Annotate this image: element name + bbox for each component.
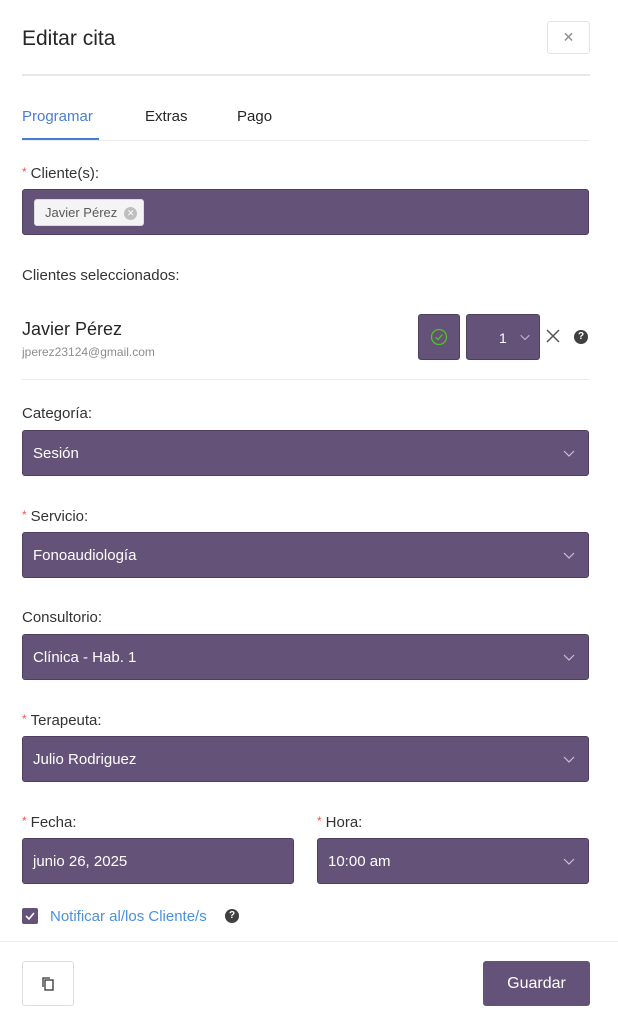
- notify-label[interactable]: Notificar al/los Cliente/s: [50, 908, 207, 925]
- tab-programar[interactable]: Programar: [22, 108, 93, 125]
- time-value: 10:00 am: [328, 853, 391, 870]
- time-label: * Hora:: [317, 814, 363, 831]
- chevron-down-icon: [563, 654, 575, 661]
- date-picker[interactable]: junio 26, 2025: [22, 838, 294, 884]
- service-select[interactable]: Fonoaudiología: [22, 532, 589, 578]
- chevron-down-icon: [563, 756, 575, 763]
- notify-checkbox[interactable]: [22, 908, 38, 924]
- copy-icon: [42, 976, 54, 991]
- quantity-value: 1: [499, 330, 507, 346]
- check-circle-icon: [430, 328, 448, 346]
- selected-client-row: Javier Pérez jperez23124@gmail.com 1 ?: [22, 310, 590, 380]
- tag-remove-icon[interactable]: ✕: [124, 207, 138, 220]
- service-value: Fonoaudiología: [33, 547, 137, 564]
- modal-header: Editar cita ✕: [22, 0, 590, 76]
- active-tab-indicator: [22, 138, 99, 140]
- chevron-down-icon: [563, 450, 575, 457]
- required-marker: *: [22, 165, 27, 179]
- modal-footer: Guardar: [0, 941, 618, 1024]
- selected-clients-label: Clientes seleccionados:: [22, 267, 180, 284]
- clients-field-label: * Cliente(s):: [22, 165, 100, 182]
- modal-title: Editar cita: [22, 27, 116, 50]
- required-marker: *: [22, 508, 27, 522]
- tab-extras[interactable]: Extras: [145, 108, 188, 125]
- quantity-select[interactable]: 1: [466, 314, 540, 360]
- therapist-value: Julio Rodriguez: [33, 751, 137, 768]
- save-button[interactable]: Guardar: [483, 961, 590, 1006]
- client-name: Javier Pérez: [22, 319, 123, 339]
- category-label: Categoría:: [22, 405, 93, 422]
- clients-select[interactable]: Javier Pérez ✕: [22, 189, 589, 235]
- therapist-label: * Terapeuta:: [22, 712, 102, 729]
- office-select[interactable]: Clínica - Hab. 1: [22, 634, 589, 680]
- required-marker: *: [317, 814, 322, 828]
- office-label: Consultorio:: [22, 609, 103, 626]
- close-button[interactable]: ✕: [547, 21, 590, 54]
- therapist-select[interactable]: Julio Rodriguez: [22, 736, 589, 782]
- service-label: * Servicio:: [22, 508, 89, 525]
- help-icon: ?: [574, 330, 588, 344]
- tab-pago[interactable]: Pago: [237, 108, 272, 125]
- category-value: Sesión: [33, 445, 79, 462]
- required-marker: *: [22, 814, 27, 828]
- chevron-down-icon: [563, 858, 575, 865]
- date-value: junio 26, 2025: [33, 853, 128, 870]
- chevron-down-icon: [563, 552, 575, 559]
- office-value: Clínica - Hab. 1: [33, 649, 137, 666]
- confirm-toggle-button[interactable]: [418, 314, 460, 360]
- remove-client-icon[interactable]: [542, 325, 564, 347]
- copy-button[interactable]: [22, 961, 74, 1006]
- client-email: jperez23124@gmail.com: [22, 345, 155, 359]
- required-marker: *: [22, 712, 27, 726]
- client-tag-label: Javier Pérez: [45, 205, 118, 220]
- help-icon: ?: [225, 909, 239, 923]
- date-label: * Fecha:: [22, 814, 77, 831]
- category-select[interactable]: Sesión: [22, 430, 589, 476]
- chevron-down-icon: [520, 334, 530, 341]
- time-select[interactable]: 10:00 am: [317, 838, 589, 884]
- client-tag: Javier Pérez ✕: [34, 199, 145, 226]
- tab-bar: Programar Extras Pago: [22, 98, 590, 141]
- close-icon: ✕: [562, 29, 575, 45]
- checkmark-icon: [25, 912, 35, 921]
